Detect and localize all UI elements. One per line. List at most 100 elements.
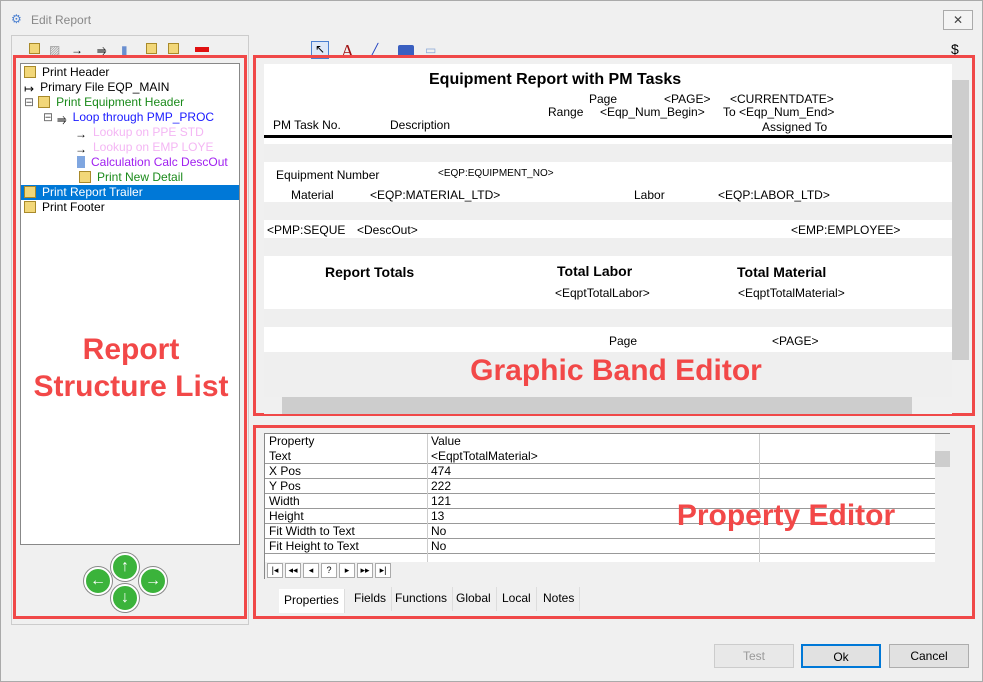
pm-task-label[interactable]: PM Task No. xyxy=(273,118,341,132)
end-field[interactable]: To <Eqp_Num_End> xyxy=(723,105,834,119)
tree-node-report-trailer[interactable]: Print Report Trailer xyxy=(21,185,239,200)
collapse-icon[interactable]: ⊟ xyxy=(24,95,34,109)
footer-page-label[interactable]: Page xyxy=(609,334,637,348)
page-field[interactable]: <PAGE> xyxy=(664,92,710,106)
property-name: Width xyxy=(269,494,300,508)
annotation-property-editor: Property Editor xyxy=(676,499,896,532)
tree-node-lookup-2[interactable]: → Lookup on EMP LOYE xyxy=(75,140,214,156)
calc-icon xyxy=(77,156,85,168)
property-name: Fit Width to Text xyxy=(269,524,355,538)
property-row[interactable]: Y Pos 222 xyxy=(265,479,935,494)
property-name: Height xyxy=(269,509,304,523)
add-band-icon[interactable] xyxy=(29,43,40,54)
app-icon: ⚙ xyxy=(11,12,22,26)
grid-nav-button[interactable]: ▸▸ xyxy=(357,563,373,578)
tab-global[interactable]: Global xyxy=(451,587,497,611)
property-value[interactable]: 474 xyxy=(431,464,451,479)
file-arrow-icon: ↦ xyxy=(24,82,35,96)
move-right-button[interactable]: → xyxy=(139,567,167,595)
grid-vertical-scrollbar[interactable] xyxy=(935,434,950,562)
property-name: Text xyxy=(269,449,292,463)
equipment-label[interactable]: Equipment Number xyxy=(276,168,379,182)
property-value[interactable]: 13 xyxy=(431,509,444,524)
band-vertical-scrollbar[interactable] xyxy=(952,64,969,397)
tab-properties[interactable]: Properties xyxy=(279,589,345,613)
material-label[interactable]: Material xyxy=(291,188,334,202)
grid-nav-button[interactable]: ◂ xyxy=(303,563,319,578)
grid-nav-button[interactable]: ? xyxy=(321,563,337,578)
tree-node-primary-file[interactable]: ↦ Primary File EQP_MAIN xyxy=(24,80,169,96)
date-field[interactable]: <CURRENTDATE> xyxy=(730,92,834,106)
footer-page-field[interactable]: <PAGE> xyxy=(772,334,818,348)
grid-nav-button[interactable]: |◂ xyxy=(267,563,283,578)
title-bar: ⚙ Edit Report ✕ xyxy=(1,1,983,37)
property-value[interactable]: 121 xyxy=(431,494,451,509)
arrow-icon: → xyxy=(75,142,87,156)
total-material-field[interactable]: <EqptTotalMaterial> xyxy=(738,286,845,300)
tree-node-calculation[interactable]: Calculation Calc DescOut xyxy=(77,155,228,170)
grid-nav-button[interactable]: ▸| xyxy=(375,563,391,578)
sequence-field[interactable]: <PMP:SEQUE xyxy=(267,223,345,237)
total-labor-label[interactable]: Total Labor xyxy=(557,263,632,279)
move-left-button[interactable]: ← xyxy=(84,567,112,595)
assigned-label[interactable]: Assigned To xyxy=(762,120,827,134)
property-value[interactable]: No xyxy=(431,524,446,539)
band-separator xyxy=(264,238,952,256)
band-icon xyxy=(79,171,91,183)
property-row[interactable]: Text <EqptTotalMaterial> xyxy=(265,449,935,464)
range-label[interactable]: Range xyxy=(548,105,583,119)
band-horizontal-scrollbar[interactable] xyxy=(264,397,952,414)
tree-node-print-header[interactable]: Print Header xyxy=(24,65,109,80)
total-material-label[interactable]: Total Material xyxy=(737,264,826,280)
test-button[interactable]: Test xyxy=(714,644,794,668)
material-field[interactable]: <EQP:MATERIAL_LTD> xyxy=(370,188,500,202)
move-up-button[interactable]: ↑ xyxy=(111,553,139,581)
begin-field[interactable]: <Eqp_Num_Begin> xyxy=(600,105,705,119)
property-row[interactable]: Fit Height to Text No xyxy=(265,539,935,554)
move-down-button[interactable]: ↓ xyxy=(111,584,139,612)
header-rule xyxy=(264,135,952,138)
tab-local[interactable]: Local xyxy=(497,587,537,611)
grid-nav-button[interactable]: ▸ xyxy=(339,563,355,578)
employee-field[interactable]: <EMP:EMPLOYEE> xyxy=(791,223,900,237)
tree-node-print-footer[interactable]: Print Footer xyxy=(24,200,105,215)
delete-icon[interactable] xyxy=(195,47,209,52)
property-name: Y Pos xyxy=(269,479,301,493)
tree-node-lookup-1[interactable]: → Lookup on PPE STD xyxy=(75,125,204,141)
collapse-icon[interactable]: ⊟ xyxy=(43,110,53,124)
descout-field[interactable]: <DescOut> xyxy=(357,223,418,237)
grid-nav-button[interactable]: ◂◂ xyxy=(285,563,301,578)
report-totals-label[interactable]: Report Totals xyxy=(325,264,414,280)
tree-node-new-detail[interactable]: Print New Detail xyxy=(79,170,183,185)
band-separator xyxy=(264,144,952,162)
total-labor-field[interactable]: <EqptTotalLabor> xyxy=(555,286,650,300)
equipment-field[interactable]: <EQP:EQUIPMENT_NO> xyxy=(438,168,554,179)
close-button[interactable]: ✕ xyxy=(943,10,973,30)
ok-button[interactable]: Ok xyxy=(801,644,881,668)
tab-notes[interactable]: Notes xyxy=(538,587,581,611)
labor-field[interactable]: <EQP:LABOR_LTD> xyxy=(718,188,830,202)
property-name: X Pos xyxy=(269,464,302,478)
property-value[interactable]: 222 xyxy=(431,479,451,494)
tree-node-equipment-header[interactable]: ⊟ Print Equipment Header xyxy=(24,95,184,110)
band-icon xyxy=(24,201,36,213)
arrow-icon: → xyxy=(75,127,87,141)
grid-header: Property Value xyxy=(269,434,461,448)
insert-band-before-icon[interactable] xyxy=(146,43,157,54)
graphic-band-editor[interactable]: Equipment Report with PM Tasks Page <PAG… xyxy=(264,64,952,397)
report-structure-tree[interactable]: Print Header ↦ Primary File EQP_MAIN ⊟ Pri… xyxy=(20,63,240,545)
property-row[interactable]: X Pos 474 xyxy=(265,464,935,479)
tab-fields[interactable]: Fields xyxy=(349,587,393,611)
cancel-button[interactable]: Cancel xyxy=(889,644,969,668)
tree-node-loop[interactable]: ⊟ ⥤ Loop through PMP_PROC xyxy=(43,110,214,126)
property-value[interactable]: <EqptTotalMaterial> xyxy=(431,449,538,464)
insert-band-after-icon[interactable] xyxy=(168,43,179,54)
labor-label[interactable]: Labor xyxy=(634,188,665,202)
property-value[interactable]: No xyxy=(431,539,446,554)
page-label[interactable]: Page xyxy=(589,92,617,106)
tab-functions[interactable]: Functions xyxy=(390,587,454,611)
band-icon xyxy=(24,66,36,78)
report-title[interactable]: Equipment Report with PM Tasks xyxy=(429,71,681,89)
band-icon xyxy=(24,186,36,198)
description-label[interactable]: Description xyxy=(390,118,450,132)
